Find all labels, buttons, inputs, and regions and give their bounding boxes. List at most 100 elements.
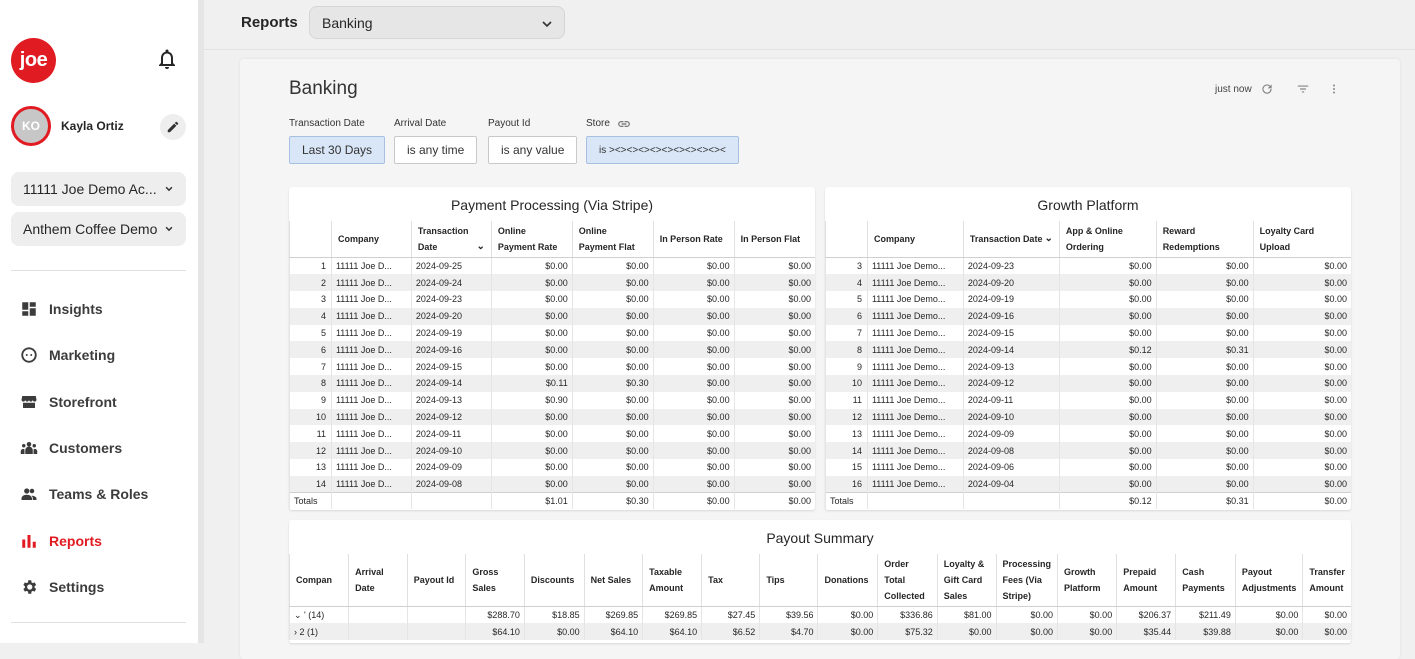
group-cell[interactable]: › 2 (1): [289, 623, 349, 641]
col-header[interactable]: Company: [866, 221, 964, 258]
table-row[interactable]: › 2 (1) $64.10 $0.00 $64.10 $64.10 $6.52 $4.70…: [289, 623, 1351, 641]
bell-icon[interactable]: [155, 47, 179, 71]
avatar[interactable]: KO: [11, 106, 51, 146]
col-header[interactable]: Discounts: [523, 554, 585, 607]
table-cell: $0.00: [817, 606, 878, 624]
table-cell: $0.00: [652, 425, 735, 443]
table-row[interactable]: 4 11111 Joe Demo... 2024-09-20 $0.00 $0.00 $0…: [825, 274, 1351, 292]
col-header[interactable]: Prepaid Amount: [1116, 554, 1176, 607]
col-header[interactable]: Loyalty Card Upload: [1252, 221, 1351, 258]
table-cell: $0.00: [1155, 391, 1254, 409]
table-row[interactable]: 12 11111 Joe D... 2024-09-10 $0.00 $0.00 $0.0…: [289, 442, 815, 460]
col-header[interactable]: Cash Payments: [1175, 554, 1236, 607]
table-cell: $0.00: [571, 274, 654, 292]
table-cell: $0.30: [571, 375, 654, 392]
filter-payout-id[interactable]: is any value: [488, 136, 578, 164]
col-header[interactable]: Company: [330, 221, 412, 258]
col-header[interactable]: Payout Adjustments: [1234, 554, 1303, 607]
table-cell: $0.00: [1234, 623, 1303, 641]
filter-store[interactable]: is ><><><><><><><><><><: [586, 136, 739, 164]
table-row[interactable]: 3 11111 Joe Demo... 2024-09-23 $0.00 $0.00 $0…: [825, 257, 1351, 275]
table-row[interactable]: 9 11111 Joe D... 2024-09-13 $0.90 $0.00 $0.00…: [289, 391, 815, 409]
table-cell: $0.00: [1058, 324, 1157, 342]
table-row[interactable]: 10 11111 Joe D... 2024-09-12 $0.00 $0.00 $0.0…: [289, 408, 815, 426]
table-row[interactable]: 3 11111 Joe D... 2024-09-23 $0.00 $0.00 $0.00…: [289, 291, 815, 308]
filter-arrival-date[interactable]: is any time: [394, 136, 478, 164]
col-header[interactable]: Gross Sales: [465, 554, 525, 607]
col-header[interactable]: Online Payment Rate: [490, 221, 573, 258]
col-header[interactable]: Arrival Date: [348, 554, 408, 607]
table-row[interactable]: 5 11111 Joe D... 2024-09-19 $0.00 $0.00 $0.00…: [289, 324, 815, 342]
table-row[interactable]: 2 11111 Joe D... 2024-09-24 $0.00 $0.00 $0.00…: [289, 274, 815, 292]
table-row[interactable]: 7 11111 Joe Demo... 2024-09-15 $0.00 $0.00 $0…: [825, 324, 1351, 342]
expand-chevron-icon[interactable]: ⌄: [294, 610, 304, 620]
refresh-icon[interactable]: [1260, 82, 1274, 96]
table-row[interactable]: 13 11111 Joe D... 2024-09-09 $0.00 $0.00 $0.0…: [289, 459, 815, 476]
table-row[interactable]: 13 11111 Joe Demo... 2024-09-09 $0.00 $0.00 $…: [825, 425, 1351, 443]
link-icon[interactable]: [617, 119, 631, 129]
table-row[interactable]: 9 11111 Joe Demo... 2024-09-13 $0.00 $0.00 $0…: [825, 358, 1351, 376]
account-select[interactable]: 11111 Joe Demo Ac...: [11, 172, 186, 206]
table-row[interactable]: ⌄ ' (14) $288.70 $18.85 $269.85 $269.85 $27.4…: [289, 606, 1351, 624]
table-row[interactable]: 7 11111 Joe D... 2024-09-15 $0.00 $0.00 $0.00…: [289, 358, 815, 376]
table-row[interactable]: 5 11111 Joe Demo... 2024-09-19 $0.00 $0.00 $0…: [825, 291, 1351, 308]
table-row[interactable]: 8 11111 Joe D... 2024-09-14 $0.11 $0.30 $0.00…: [289, 375, 815, 392]
group-cell[interactable]: ⌄ ' (14): [289, 606, 349, 624]
store-select[interactable]: Anthem Coffee Demo: [11, 212, 186, 246]
col-header[interactable]: Transfer Amount: [1302, 554, 1351, 607]
col-header[interactable]: In Person Rate: [652, 221, 735, 258]
more-vert-icon[interactable]: [1328, 82, 1340, 96]
col-header[interactable]: Growth Platform: [1057, 554, 1117, 607]
table-cell: 2024-09-08: [410, 475, 492, 493]
table-row[interactable]: 14 11111 Joe D... 2024-09-08 $0.00 $0.00 $0.0…: [289, 475, 815, 493]
col-header[interactable]: In Person Flat: [733, 221, 815, 258]
filter-icon[interactable]: [1296, 82, 1310, 96]
table-cell: 11111 Joe D...: [330, 291, 412, 308]
table-cell: $0.00: [1155, 442, 1254, 460]
table-row[interactable]: 14 11111 Joe Demo... 2024-09-08 $0.00 $0.00 $…: [825, 442, 1351, 460]
table-row[interactable]: 12 11111 Joe Demo... 2024-09-10 $0.00 $0.00 $…: [825, 408, 1351, 426]
col-header[interactable]: Loyalty & Gift Card Sales: [936, 554, 996, 607]
nav-item-reports[interactable]: Reports: [20, 529, 102, 553]
col-header[interactable]: App & Online Ordering: [1058, 221, 1157, 258]
nav-item-insights[interactable]: Insights: [20, 297, 103, 321]
col-header-sorted[interactable]: Transaction Date ⌄: [410, 221, 492, 258]
table-row[interactable]: 10 11111 Joe Demo... 2024-09-12 $0.00 $0.00 $…: [825, 375, 1351, 392]
col-header[interactable]: Tips: [759, 554, 818, 607]
table-row[interactable]: 1 11111 Joe D... 2024-09-25 $0.00 $0.00 $0.00…: [289, 257, 815, 275]
table-row[interactable]: 15 11111 Joe Demo... 2024-09-06 $0.00 $0.00 $…: [825, 459, 1351, 476]
table-row[interactable]: 4 11111 Joe D... 2024-09-20 $0.00 $0.00 $0.00…: [289, 307, 815, 325]
col-header[interactable]: Donations: [817, 554, 878, 607]
col-header[interactable]: Taxable Amount: [642, 554, 702, 607]
col-header[interactable]: Net Sales: [583, 554, 643, 607]
nav-item-marketing[interactable]: Marketing: [20, 343, 115, 367]
col-header[interactable]: Payout Id: [406, 554, 466, 607]
nav-item-settings[interactable]: Settings: [20, 575, 104, 599]
table-cell: $0.00: [817, 623, 878, 641]
table-cell: $0.00: [1155, 274, 1254, 292]
table-row[interactable]: 6 11111 Joe D... 2024-09-16 $0.00 $0.00 $0.00…: [289, 341, 815, 359]
col-header[interactable]: Order Total Collected: [877, 554, 938, 607]
edit-profile-button[interactable]: [160, 114, 186, 140]
table-row[interactable]: 8 11111 Joe Demo... 2024-09-14 $0.12 $0.31 $0…: [825, 341, 1351, 359]
col-header[interactable]: Tax: [701, 554, 760, 607]
col-header[interactable]: Processing Fees (Via Stripe): [995, 554, 1058, 607]
col-header[interactable]: Online Payment Flat: [571, 221, 654, 258]
table-cell: 11111 Joe D...: [330, 375, 412, 392]
table-cell: [348, 606, 408, 624]
table-cell: $0.00: [652, 257, 735, 275]
table-cell: 2024-09-19: [962, 291, 1060, 308]
table-row[interactable]: 11 11111 Joe D... 2024-09-11 $0.00 $0.00 $0.0…: [289, 425, 815, 443]
nav-item-customers[interactable]: Customers: [20, 436, 122, 460]
table-row[interactable]: 6 11111 Joe Demo... 2024-09-16 $0.00 $0.00 $0…: [825, 307, 1351, 325]
col-header-sorted[interactable]: Transaction Date ⌄: [962, 221, 1060, 258]
report-select[interactable]: Banking: [309, 6, 565, 39]
filter-transaction-date[interactable]: Last 30 Days: [289, 136, 386, 164]
table-row[interactable]: 16 11111 Joe Demo... 2024-09-04 $0.00 $0.00 $…: [825, 475, 1351, 493]
col-header[interactable]: Reward Redemptions: [1155, 221, 1254, 258]
col-header[interactable]: Compan: [289, 554, 349, 607]
nav-item-teams-roles[interactable]: Teams & Roles: [20, 482, 148, 506]
table-row[interactable]: 11 11111 Joe Demo... 2024-09-11 $0.00 $0.00 $…: [825, 391, 1351, 409]
joe-logo[interactable]: joe: [11, 38, 56, 83]
nav-item-storefront[interactable]: Storefront: [20, 390, 117, 414]
